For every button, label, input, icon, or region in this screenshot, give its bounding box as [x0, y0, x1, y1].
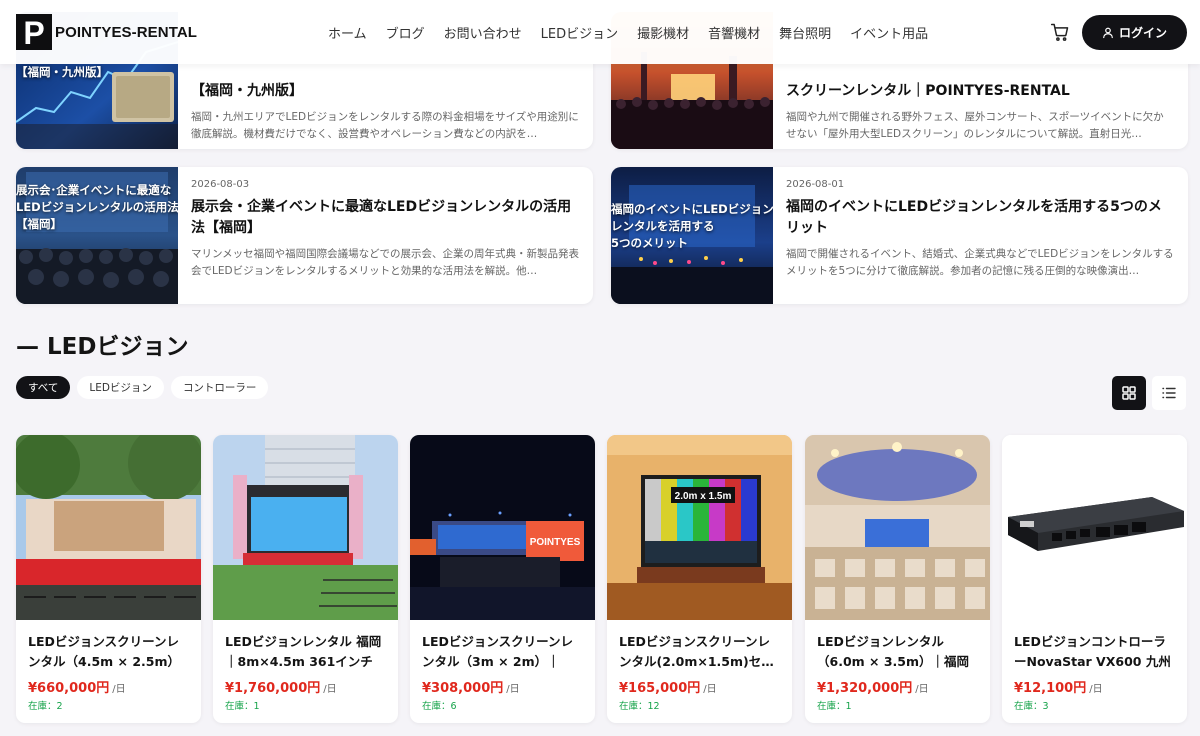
filter-all[interactable]: すべて: [16, 376, 71, 399]
blog-title[interactable]: 福岡のイベントにLEDビジョンレンタルを活用する5つのメリット: [786, 197, 1174, 239]
price-unit: /日: [915, 684, 929, 695]
login-button[interactable]: ログイン: [1082, 15, 1187, 50]
product-card[interactable]: LEDビジョンレンタル 福岡｜8m×4.5m 361インチ ¥1,760,000…: [213, 435, 398, 723]
site-header: P POINTYES-RENTAL ホーム ブログ お問い合わせ LEDビジョン…: [0, 0, 1200, 64]
list-icon: [1162, 387, 1176, 399]
category-filters: すべて LEDビジョン コントローラー: [16, 376, 269, 399]
product-image: [805, 435, 990, 620]
stock-count: 在庫：12: [619, 701, 660, 712]
filter-led-vision[interactable]: LEDビジョン: [77, 376, 164, 399]
product-name[interactable]: LEDビジョンコントローラーNovaStar VX600 九州: [1014, 632, 1177, 672]
blog-thumbnail: 福岡のイベントにLEDビジョン レンタルを活用する 5つのメリット: [611, 167, 773, 304]
stock-count: 在庫：3: [1014, 701, 1049, 712]
logo-text: POINTYES-RENTAL: [55, 23, 198, 41]
price-unit: /日: [112, 684, 126, 695]
product-price: ¥308,000円: [422, 681, 504, 696]
product-card[interactable]: LEDビジョンレンタル（6.0m × 3.5m）｜福岡 ¥1,320,000円 …: [805, 435, 990, 723]
view-toggle: [1112, 376, 1186, 410]
screen-size-label: 2.0m x 1.5m: [675, 491, 732, 502]
product-name[interactable]: LEDビジョンスクリーンレンタル(2.0m×1.5m)セット: [619, 632, 782, 672]
blog-title[interactable]: 展示会・企業イベントに最適なLEDビジョンレンタルの活用法【福岡】: [191, 197, 579, 239]
nav-home[interactable]: ホーム: [328, 23, 367, 42]
product-card[interactable]: POINTYES LEDビジョンスクリーンレンタル（3m × 2m）｜ ¥308…: [410, 435, 595, 723]
price-unit: /日: [703, 684, 717, 695]
site-logo[interactable]: P POINTYES-RENTAL: [16, 14, 198, 51]
blog-title[interactable]: スクリーンレンタル｜POINTYES-RENTAL: [786, 81, 1174, 102]
stock-count: 在庫：6: [422, 701, 457, 712]
product-card[interactable]: 2.0m x 1.5m LEDビジョンスクリーンレンタル(2.0m×1.5m)セ…: [607, 435, 792, 723]
blog-title[interactable]: 【福岡・九州版】: [191, 81, 579, 102]
product-image: [16, 435, 201, 620]
product-name[interactable]: LEDビジョンレンタル 福岡｜8m×4.5m 361インチ: [225, 632, 388, 672]
nav-blog[interactable]: ブログ: [386, 23, 425, 42]
product-image: [1002, 435, 1187, 620]
stock-count: 在庫：2: [28, 701, 63, 712]
nav-camera-equipment[interactable]: 撮影機材: [637, 23, 689, 42]
grid-icon: [1122, 386, 1136, 400]
blog-excerpt: マリンメッセ福岡や福岡国際会議場などでの展示会、企業の周年式典・新製品発表会でL…: [191, 248, 579, 277]
cart-icon[interactable]: [1050, 22, 1070, 42]
product-name[interactable]: LEDビジョンスクリーンレンタル（3m × 2m）｜: [422, 632, 585, 672]
product-name[interactable]: LEDビジョンレンタル（6.0m × 3.5m）｜福岡: [817, 632, 980, 672]
blog-date: 2026-08-03: [191, 179, 250, 190]
nav-event-supplies[interactable]: イベント用品: [850, 23, 928, 42]
product-price: ¥1,760,000円: [225, 681, 321, 696]
main-nav: ホーム ブログ お問い合わせ LEDビジョン 撮影機材 音響機材 舞台照明 イベ…: [328, 23, 928, 42]
product-price: ¥165,000円: [619, 681, 701, 696]
product-image: [213, 435, 398, 620]
product-price: ¥660,000円: [28, 681, 110, 696]
price-unit: /日: [323, 684, 337, 695]
product-card[interactable]: LEDビジョンスクリーンレンタル（4.5m × 2.5m） ¥660,000円 …: [16, 435, 201, 723]
blog-excerpt: 福岡・九州エリアでLEDビジョンをレンタルする際の料金相場をサイズや用途別に徹底…: [191, 111, 579, 140]
logo-mark: P: [16, 14, 52, 51]
blog-excerpt: 福岡で開催されるイベント、結婚式、企業式典などでLEDビジョンをレンタルするメリ…: [786, 248, 1174, 277]
blog-thumbnail: 展示会･企業イベントに最適な LEDビジョンレンタルの活用法 【福岡】: [16, 167, 178, 304]
product-card[interactable]: LEDビジョンコントローラーNovaStar VX600 九州 ¥12,100円…: [1002, 435, 1187, 723]
product-image: 2.0m x 1.5m: [607, 435, 792, 620]
product-name[interactable]: LEDビジョンスクリーンレンタル（4.5m × 2.5m）: [28, 632, 191, 672]
nav-led-vision[interactable]: LEDビジョン: [541, 23, 618, 42]
nav-contact[interactable]: お問い合わせ: [444, 23, 522, 42]
blog-card[interactable]: 福岡のイベントにLEDビジョン レンタルを活用する 5つのメリット 2026-0…: [611, 167, 1188, 304]
thumbnail-caption: 展示会･企業イベントに最適な LEDビジョンレンタルの活用法 【福岡】: [16, 183, 178, 231]
thumbnail-caption: 福岡のイベントにLEDビジョン レンタルを活用する 5つのメリット: [611, 202, 773, 250]
blog-card[interactable]: 展示会･企業イベントに最適な LEDビジョンレンタルの活用法 【福岡】 2026…: [16, 167, 593, 304]
section-title: — LEDビジョン: [16, 334, 189, 360]
pointyes-screen-label: POINTYES: [530, 537, 581, 548]
product-price: ¥12,100円: [1014, 681, 1087, 696]
price-unit: /日: [1089, 684, 1103, 695]
login-label: ログイン: [1118, 26, 1167, 40]
user-icon: [1102, 26, 1114, 39]
grid-view-button[interactable]: [1112, 376, 1146, 410]
nav-stage-lighting[interactable]: 舞台照明: [779, 23, 831, 42]
filter-controller[interactable]: コントローラー: [170, 376, 269, 399]
blog-date: 2026-08-01: [786, 179, 845, 190]
stock-count: 在庫：1: [817, 701, 852, 712]
nav-audio-equipment[interactable]: 音響機材: [708, 23, 760, 42]
stock-count: 在庫：1: [225, 701, 260, 712]
blog-excerpt: 福岡や九州で開催される野外フェス、屋外コンサート、スポーツイベントに欠かせない「…: [786, 111, 1164, 140]
thumbnail-caption: 【福岡・九州版】: [16, 65, 108, 79]
list-view-button[interactable]: [1152, 376, 1186, 410]
product-image: POINTYES: [410, 435, 595, 620]
product-price: ¥1,320,000円: [817, 681, 913, 696]
price-unit: /日: [506, 684, 520, 695]
